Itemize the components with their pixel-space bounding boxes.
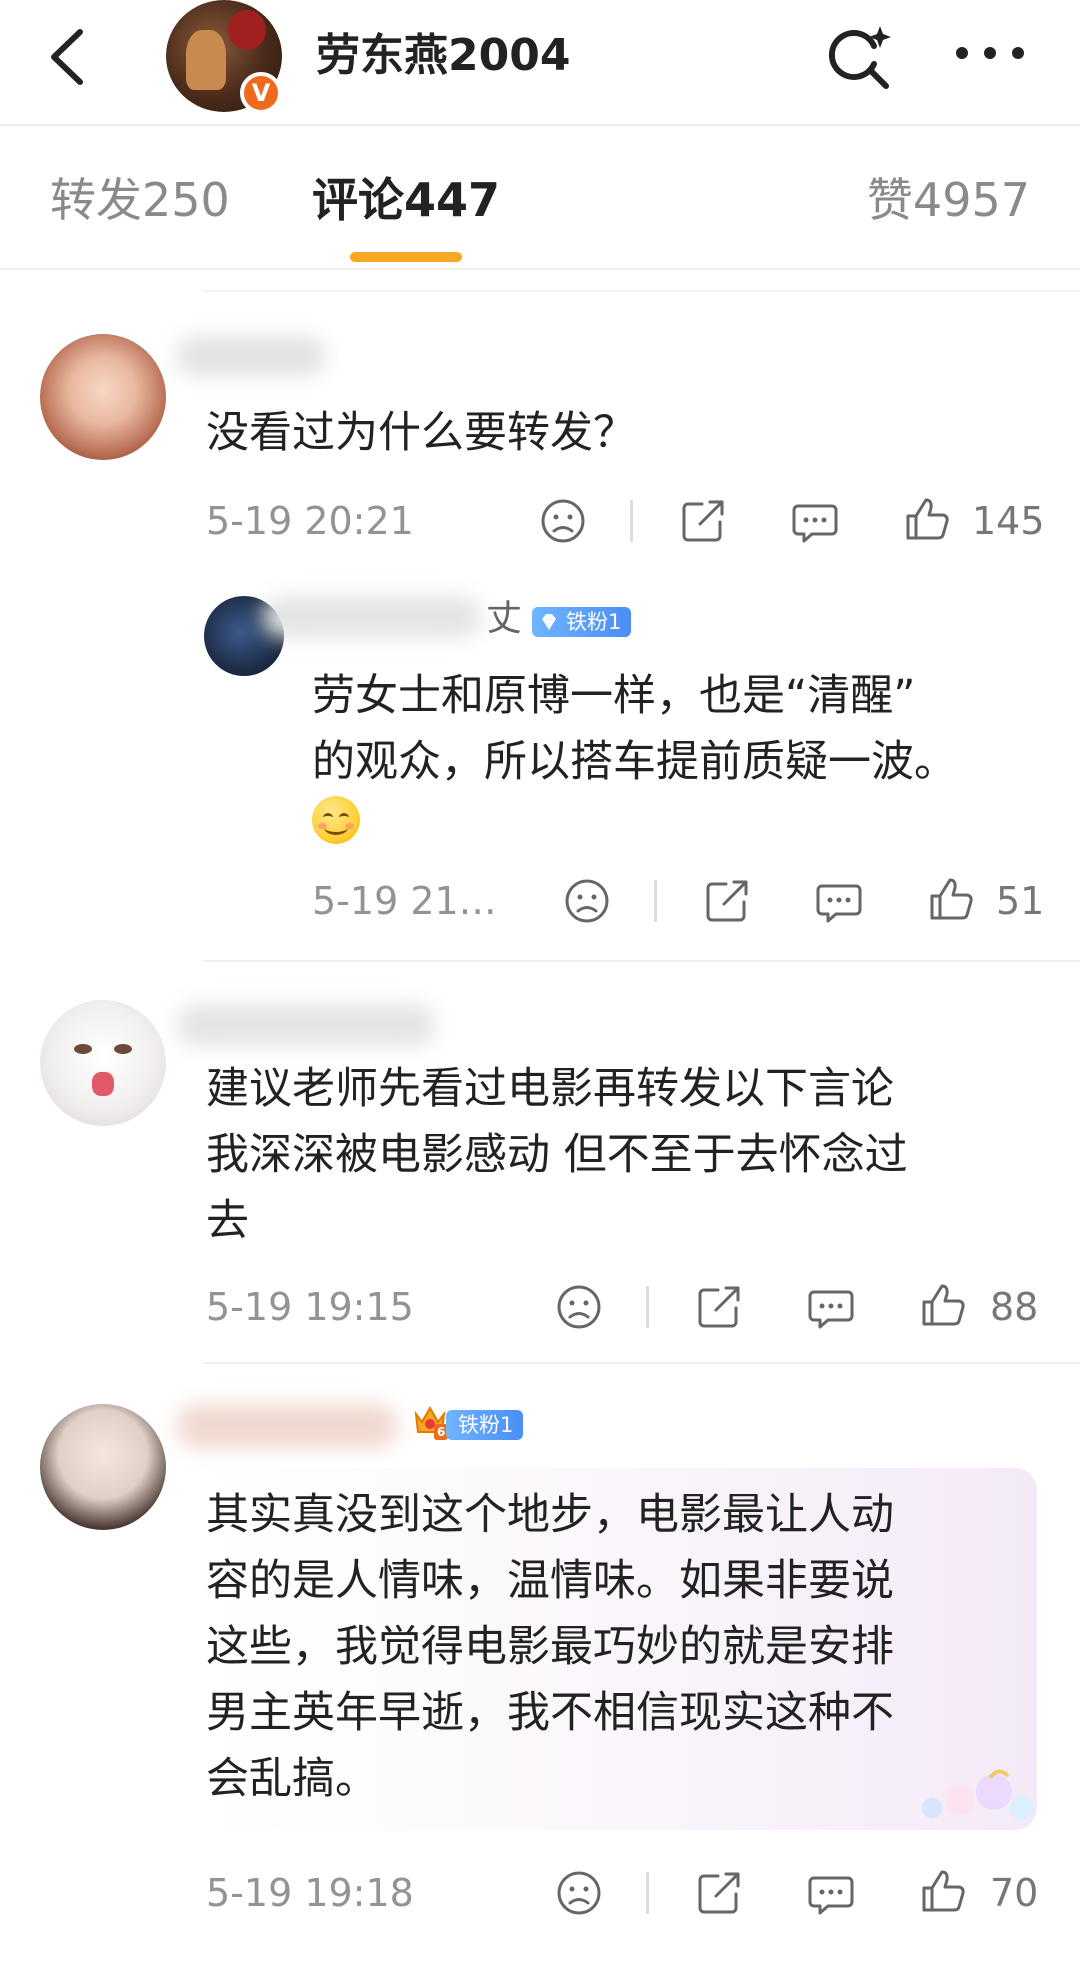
commenter-name-blurred[interactable] bbox=[176, 1404, 398, 1448]
comment-text-line5: 会乱搞。 bbox=[206, 1754, 378, 1804]
dislike-button[interactable] bbox=[538, 496, 588, 550]
tab-repost-label: 转发 bbox=[50, 173, 142, 227]
reply-button[interactable] bbox=[806, 1868, 856, 1922]
action-divider bbox=[654, 880, 657, 922]
commenter-avatar[interactable] bbox=[40, 334, 166, 460]
reply-button[interactable] bbox=[806, 1282, 856, 1336]
more-button[interactable] bbox=[950, 38, 1030, 68]
back-button[interactable] bbox=[40, 22, 100, 92]
sad-face-icon bbox=[557, 1871, 601, 1915]
comment-time: 5-19 19:15 bbox=[206, 1285, 414, 1329]
search-button[interactable] bbox=[822, 20, 896, 94]
reply-text-line1: 劳女士和原博一样，也是“清醒” bbox=[312, 671, 916, 721]
reply-like-count: 51 bbox=[996, 879, 1045, 923]
header-divider bbox=[0, 124, 1080, 126]
reply-share-button[interactable] bbox=[702, 876, 752, 930]
like-count: 88 bbox=[990, 1285, 1039, 1329]
comment-text-line1: 其实真没到这个地步，电影最让人动 bbox=[206, 1490, 894, 1540]
fan-badge-label: 铁粉1 bbox=[566, 610, 622, 634]
reply-name-blurred[interactable] bbox=[262, 596, 482, 638]
share-icon bbox=[698, 1286, 740, 1328]
reply-text-line2: 的观众，所以搭车提前质疑一波。 bbox=[312, 737, 957, 787]
search-sparkle-icon bbox=[829, 26, 891, 89]
tab-likes[interactable]: 赞4957 bbox=[867, 170, 1030, 230]
share-button[interactable] bbox=[678, 496, 728, 550]
comment-text-line3: 去 bbox=[206, 1196, 249, 1246]
like-button[interactable] bbox=[918, 1866, 968, 1920]
comment-text-line3: 这些，我觉得电影最巧妙的就是安排 bbox=[206, 1622, 894, 1672]
comment-bubble-icon bbox=[792, 504, 838, 543]
reply-dislike-button[interactable] bbox=[562, 876, 612, 930]
share-icon bbox=[706, 880, 748, 922]
tab-likes-count: 4957 bbox=[912, 173, 1030, 227]
comment-divider bbox=[203, 960, 1080, 962]
share-icon bbox=[682, 500, 724, 542]
comment-text-line2: 容的是人情味，温情味。如果非要说 bbox=[206, 1556, 894, 1606]
commenter-name-blurred[interactable] bbox=[176, 1004, 436, 1046]
comment-bubble-icon bbox=[808, 1290, 854, 1329]
tab-repost[interactable]: 转发250 bbox=[50, 170, 230, 230]
comment-time: 5-19 19:18 bbox=[206, 1871, 414, 1915]
verified-badge-icon: V bbox=[240, 72, 282, 114]
reply-button[interactable] bbox=[790, 496, 840, 550]
thumbs-up-icon bbox=[922, 1284, 965, 1326]
comment-text-line2: 我深深被电影感动 但不至于去怀念过 bbox=[206, 1130, 908, 1180]
comment-bubble-icon bbox=[808, 1876, 854, 1915]
reply-name-suffix: 丈 bbox=[486, 598, 523, 639]
crown-level-number: 6 bbox=[437, 1425, 446, 1439]
tabs-divider bbox=[0, 268, 1080, 270]
fan-badge: 铁粉1 bbox=[532, 607, 632, 637]
sad-face-icon bbox=[557, 1285, 601, 1329]
like-button[interactable] bbox=[918, 1280, 968, 1334]
action-divider bbox=[646, 1872, 649, 1914]
reply-time: 5-19 21… bbox=[312, 879, 497, 923]
reply-like-button[interactable] bbox=[926, 874, 976, 928]
active-tab-indicator bbox=[350, 252, 462, 262]
dislike-button[interactable] bbox=[554, 1868, 604, 1922]
thumbs-up-icon bbox=[906, 498, 949, 540]
comment-text-line1: 建议老师先看过电影再转发以下言论 bbox=[206, 1064, 894, 1114]
commenter-avatar[interactable] bbox=[40, 1404, 166, 1530]
crown-level-icon: 6 bbox=[412, 1402, 448, 1440]
top-bar: V 劳东燕2004 bbox=[0, 0, 1080, 126]
more-dots-icon bbox=[956, 47, 1024, 59]
share-button[interactable] bbox=[694, 1868, 744, 1922]
fan-badge-label: 铁粉1 bbox=[458, 1413, 514, 1437]
share-button[interactable] bbox=[694, 1282, 744, 1336]
tab-likes-label: 赞 bbox=[866, 173, 913, 227]
comment-bubble-icon bbox=[816, 884, 862, 923]
commenter-avatar[interactable] bbox=[40, 1000, 166, 1126]
comment-text-line4: 男主英年早逝，我不相信现实这种不 bbox=[206, 1688, 894, 1738]
diamond-icon bbox=[542, 614, 556, 630]
action-divider bbox=[630, 500, 633, 542]
like-button[interactable] bbox=[902, 494, 952, 548]
comment-divider bbox=[203, 1362, 1080, 1364]
reply-reply-button[interactable] bbox=[814, 876, 864, 930]
action-divider bbox=[646, 1286, 649, 1328]
list-top-divider bbox=[203, 290, 1080, 292]
share-icon bbox=[698, 1872, 740, 1914]
sad-face-icon bbox=[541, 499, 585, 543]
smile-emoji bbox=[312, 796, 360, 844]
author-name[interactable]: 劳东燕2004 bbox=[316, 26, 570, 86]
comment-time: 5-19 20:21 bbox=[206, 499, 414, 543]
like-count: 145 bbox=[972, 499, 1045, 543]
fan-badge: 铁粉1 bbox=[446, 1410, 524, 1440]
like-count: 70 bbox=[990, 1871, 1039, 1915]
thumbs-up-icon bbox=[922, 1870, 965, 1912]
dislike-button[interactable] bbox=[554, 1282, 604, 1336]
tab-comments-label: 评论 bbox=[312, 173, 404, 227]
thumbs-up-icon bbox=[930, 878, 973, 920]
tab-comments-count: 447 bbox=[404, 173, 501, 227]
sad-face-icon bbox=[565, 879, 609, 923]
tab-comments[interactable]: 评论447 bbox=[312, 170, 500, 230]
commenter-name-blurred[interactable] bbox=[176, 336, 326, 376]
tab-repost-count: 250 bbox=[142, 173, 230, 227]
back-arrow-icon bbox=[51, 29, 83, 85]
bubble-decoration-icon bbox=[922, 1769, 1034, 1820]
comment-text: 没看过为什么要转发？ bbox=[206, 408, 636, 458]
